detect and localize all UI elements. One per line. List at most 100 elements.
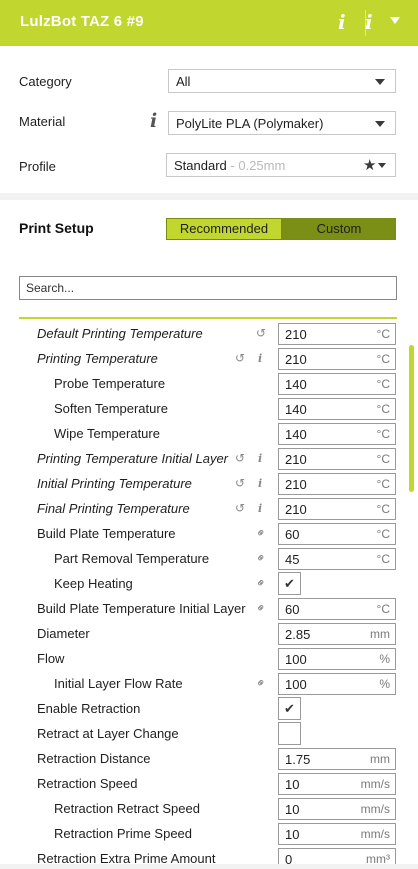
setting-row: Printing Temperature ↺ i 210 °C [0,346,418,371]
category-value: All [176,74,191,89]
profile-name: Standard [174,158,227,173]
setting-value-field[interactable]: 140 °C [278,423,396,445]
setting-label: Initial Printing Temperature [37,476,192,491]
setting-value: 140 [285,427,307,442]
setting-label: Printing Temperature Initial Layer [37,451,229,466]
material-value: PolyLite PLA (Polymaker) [176,116,324,131]
setting-row: Retraction Distance 1.75 mm [0,746,418,771]
setting-value-field[interactable]: 210 °C [278,448,396,470]
setting-value-field[interactable]: 210 °C [278,323,396,345]
checkmark-icon: ✔ [284,701,295,716]
setting-row: Retraction Speed 10 mm/s [0,771,418,796]
link-icon: ⚭ [252,549,270,567]
setting-value: 210 [285,352,307,367]
setting-checkbox[interactable]: ✔ [278,697,301,720]
setting-label: Printing Temperature [37,351,158,366]
setting-label: Probe Temperature [54,376,166,391]
info-icon[interactable]: i [150,110,157,132]
setting-value-field[interactable]: 210 °C [278,473,396,495]
setting-label: Part Removal Temperature [54,551,210,566]
setting-value-field[interactable]: 10 mm/s [278,798,396,820]
settings-search-input[interactable]: Search... [19,276,397,300]
setting-label: Retraction Distance [37,751,151,766]
setting-label: Enable Retraction [37,701,141,716]
setting-label: Soften Temperature [54,401,168,416]
setting-label: Default Printing Temperature [37,326,203,341]
setting-row: Probe Temperature 140 °C [0,371,418,396]
setting-value-field[interactable]: 60 °C [278,523,396,545]
setting-value: 210 [285,477,307,492]
chevron-down-icon [375,79,385,85]
setting-value-field[interactable]: 45 °C [278,548,396,570]
setting-value: 45 [285,552,300,567]
info-icon[interactable]: i [258,477,262,490]
category-select[interactable]: All [168,69,396,93]
setting-unit: mm/s [360,802,390,816]
chevron-down-icon [375,121,385,127]
chevron-down-icon [378,163,386,168]
setting-value: 60 [285,527,300,542]
setting-value-field[interactable]: 140 °C [278,398,396,420]
setting-value-field[interactable]: 210 °C [278,498,396,520]
setting-value: 100 [285,652,307,667]
setting-value-field[interactable]: 140 °C [278,373,396,395]
category-label: Category [19,74,72,89]
setting-value-field[interactable]: 2.85 mm [278,623,396,645]
reset-icon[interactable]: ↺ [235,351,245,365]
setting-unit: mm/s [360,827,390,841]
material-select[interactable]: PolyLite PLA (Polymaker) [168,111,396,135]
setting-checkbox[interactable]: ✔ [278,572,301,595]
setting-value: 2.85 [285,627,311,642]
link-icon: ⚭ [252,524,270,542]
setting-value: 10 [285,802,300,817]
setting-label: Retraction Prime Speed [54,826,193,841]
star-icon[interactable]: ★ [363,156,376,174]
setting-unit: mm [370,752,390,766]
setting-row: Enable Retraction ✔ [0,696,418,721]
reset-icon[interactable]: ↺ [235,501,245,515]
setting-label: Final Printing Temperature [37,501,190,516]
reset-icon[interactable]: ↺ [235,451,245,465]
setting-value-field[interactable]: 100% [278,673,396,695]
setting-value-field[interactable]: 10 mm/s [278,823,396,845]
setting-value-field[interactable]: 60 °C [278,598,396,620]
setting-unit: °C [376,602,390,616]
profile-value: Standard - 0.25mm [174,158,285,173]
setting-value: 100 [285,677,307,692]
setting-value-field[interactable]: 210 °C [278,348,396,370]
material-label: Material [19,114,66,129]
settings-scrollbar[interactable] [409,345,414,492]
setting-row: Final Printing Temperature ↺ i 210 °C [0,496,418,521]
info-icon[interactable]: i [258,502,262,515]
setting-row: Flow 100% [0,646,418,671]
setting-value: 140 [285,402,307,417]
custom-mode-button[interactable]: Custom [282,218,396,240]
printer-header[interactable]: LulzBot TAZ 6 #9 i i [0,0,418,46]
link-icon: ⚭ [252,599,270,617]
recommended-mode-button[interactable]: Recommended [166,218,282,240]
setting-value: 10 [285,827,300,842]
info-icon[interactable]: i [258,352,262,365]
setting-value-field[interactable]: 100% [278,648,396,670]
setting-value: 60 [285,602,300,617]
setting-row: Printing Temperature Initial Layer ↺ i 210 °… [0,446,418,471]
setting-value: 210 [285,452,307,467]
setting-unit: mm [370,627,390,641]
setting-label: Initial Layer Flow Rate [54,676,183,691]
setting-label: Build Plate Temperature Initial Layer [37,601,246,616]
setting-unit: % [379,652,390,666]
reset-icon[interactable]: ↺ [256,326,266,340]
profile-select[interactable]: Standard - 0.25mm ★ [166,153,396,177]
setting-label: Build Plate Temperature [37,526,176,541]
chevron-down-icon[interactable] [390,17,400,24]
info-icon[interactable]: i [338,10,346,34]
setting-unit: °C [376,477,390,491]
info-icon[interactable]: i [365,10,373,34]
setting-value-field[interactable]: 1.75 mm [278,748,396,770]
reset-icon[interactable]: ↺ [235,476,245,490]
info-icon[interactable]: i [258,452,262,465]
setting-checkbox[interactable] [278,722,301,745]
profile-label: Profile [19,159,56,174]
setting-row: Retraction Retract Speed 10 mm/s [0,796,418,821]
setting-value-field[interactable]: 10 mm/s [278,773,396,795]
